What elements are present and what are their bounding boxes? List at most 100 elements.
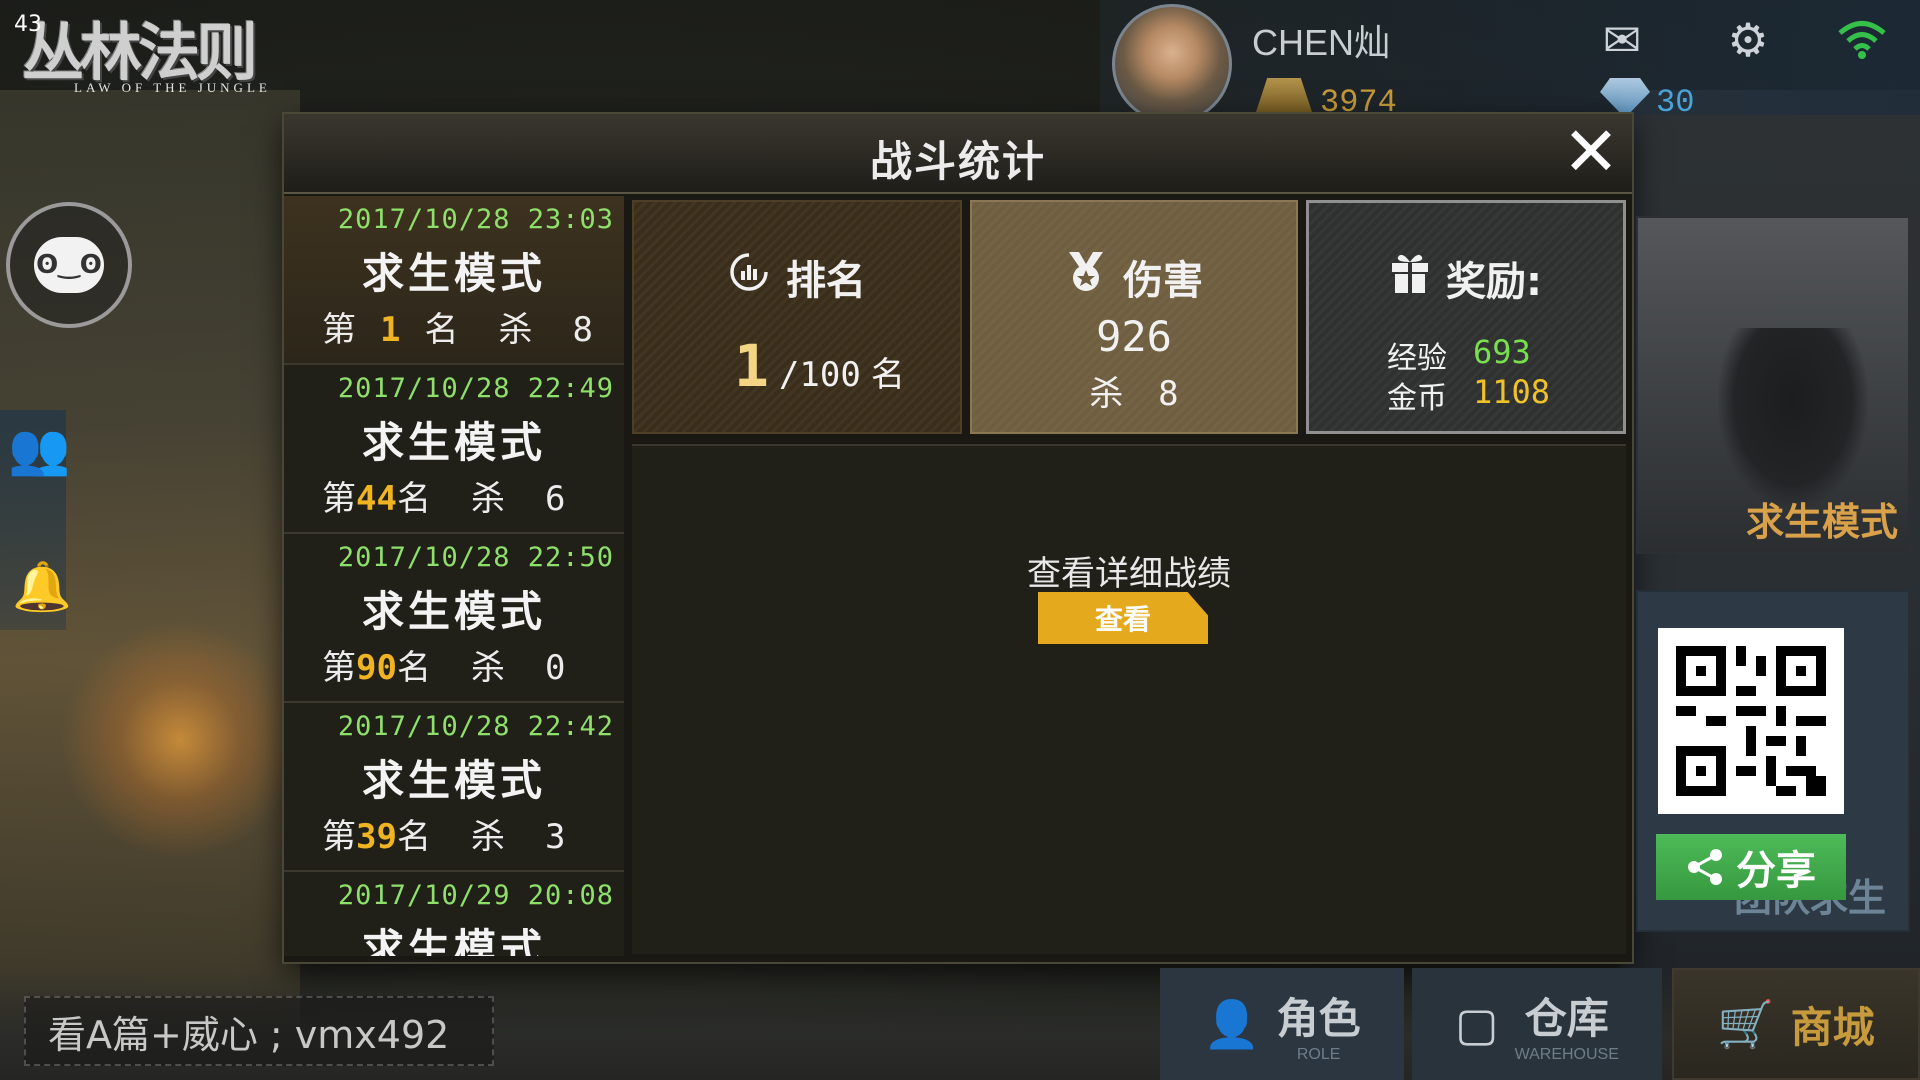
record-summary: 第 44 名 杀 6 xyxy=(322,471,614,520)
list-item[interactable]: 2017/10/28 22:42 求生模式 第 39 名 杀 3 xyxy=(284,703,624,872)
record-rank: 44 xyxy=(356,479,397,519)
rank-label: 排名 xyxy=(786,258,866,304)
rank-prefix: 第 xyxy=(322,648,356,688)
player-avatar[interactable] xyxy=(1112,4,1232,124)
survival-mode-card[interactable]: 求生模式 xyxy=(1636,216,1910,554)
rank-suffix: 名 xyxy=(424,310,459,350)
chat-icon: ʘ‿ʘ xyxy=(34,237,104,293)
reward-panel: 奖励: 经验 693 金币 1108 xyxy=(1306,200,1626,434)
gift-icon xyxy=(1390,251,1430,305)
rank-number: 1 xyxy=(734,332,769,400)
logo-title: 丛林法则 xyxy=(22,20,258,88)
cart-icon: 🛒 xyxy=(1717,996,1775,1051)
record-summary: 第 1 名 杀 8 xyxy=(322,302,614,351)
rank-prefix: 第 xyxy=(322,817,356,857)
record-kills: 3 xyxy=(544,817,566,857)
rank-panel: 排名 1 /100 名 xyxy=(632,200,962,434)
rank-prefix: 第 xyxy=(322,479,356,519)
rank-header: 排名 xyxy=(634,248,960,306)
tab-role[interactable]: 👤 角色 ROLE xyxy=(1160,968,1404,1080)
role-icon: 👤 xyxy=(1203,996,1261,1051)
record-rank: 1 xyxy=(380,310,401,350)
tab-role-sub: ROLE xyxy=(1296,1045,1341,1063)
exp-label: 经验 xyxy=(1387,341,1447,376)
record-kills: 6 xyxy=(544,479,566,519)
record-time: 2017/10/28 22:50 xyxy=(337,542,614,573)
battle-stats-dialog: 战斗统计 ✕ 2017/10/28 23:03 求生模式 第 1 名 杀 8 2… xyxy=(284,114,1632,962)
mail-icon[interactable]: ✉ xyxy=(1592,10,1652,70)
tab-role-label: 角色 xyxy=(1276,993,1361,1043)
kill-label: 杀 xyxy=(498,310,533,350)
fps-counter: 43 xyxy=(14,12,42,37)
qr-code-icon xyxy=(1676,646,1826,796)
tab-warehouse-label: 仓库 xyxy=(1524,993,1609,1043)
record-kills: 0 xyxy=(544,648,566,688)
tab-warehouse[interactable]: ▢ 仓库 WAREHOUSE xyxy=(1412,968,1662,1080)
qr-code xyxy=(1658,628,1844,814)
rank-total: /100 xyxy=(778,355,861,395)
exp-row: 经验 693 xyxy=(1387,333,1531,377)
tab-role-text: 角色 ROLE xyxy=(1277,985,1361,1064)
record-list[interactable]: 2017/10/28 23:03 求生模式 第 1 名 杀 8 2017/10/… xyxy=(284,196,624,956)
record-mode: 求生模式 xyxy=(361,249,546,298)
background-lamp-glow xyxy=(60,620,300,860)
gear-icon[interactable]: ⚙ xyxy=(1718,10,1778,70)
tab-warehouse-text: 仓库 WAREHOUSE xyxy=(1515,985,1619,1064)
rank-prefix: 第 xyxy=(322,310,356,350)
record-time: 2017/10/28 23:03 xyxy=(337,204,614,235)
kill-count: 8 xyxy=(1158,374,1179,414)
record-time: 2017/10/28 22:49 xyxy=(337,373,614,404)
tab-shop-label: 商城 xyxy=(1790,1002,1875,1052)
rank-suffix: 名 xyxy=(396,479,431,519)
dialog-title: 战斗统计 xyxy=(869,137,1046,186)
list-item[interactable]: 2017/10/28 23:03 求生模式 第 1 名 杀 8 xyxy=(284,196,624,365)
list-item[interactable]: 2017/10/28 22:49 求生模式 第 44 名 杀 6 xyxy=(284,365,624,534)
wifi-icon xyxy=(1832,10,1892,70)
kill-label: 杀 xyxy=(470,817,505,857)
rank-suffix: 名 xyxy=(396,817,431,857)
game-logo: 丛林法则 LAW OF THE JUNGLE xyxy=(12,2,352,102)
wifi-svg xyxy=(1838,21,1886,59)
damage-header: 伤害 xyxy=(972,248,1296,306)
list-item[interactable]: 2017/10/29 20:08 求生模式 xyxy=(284,872,624,956)
detail-area: 查看详细战绩 查看 xyxy=(632,444,1626,954)
record-rank: 90 xyxy=(356,648,397,688)
share-label: 分享 xyxy=(1736,848,1816,894)
record-rank: 39 xyxy=(356,817,397,857)
rank-icon xyxy=(728,251,770,303)
gold-label: 金币 xyxy=(1387,381,1447,416)
alert-icon[interactable]: 🔔 xyxy=(12,558,72,615)
tab-warehouse-sub: WAREHOUSE xyxy=(1514,1045,1619,1063)
chat-button[interactable]: ʘ‿ʘ xyxy=(6,202,132,328)
record-mode: 求生模式 xyxy=(361,925,546,956)
close-button[interactable]: ✕ xyxy=(1558,119,1624,188)
damage-value: 926 xyxy=(1096,312,1172,361)
medal-icon xyxy=(1065,250,1107,304)
damage-panel: 伤害 926 杀 8 xyxy=(970,200,1298,434)
exp-value: 693 xyxy=(1473,333,1531,371)
gold-row: 金币 1108 xyxy=(1387,373,1550,417)
chat-input[interactable]: 看A篇+威心 ; vmx492 xyxy=(24,996,494,1066)
reward-header: 奖励: xyxy=(1309,249,1623,307)
damage-kills: 杀 8 xyxy=(972,366,1296,415)
gem-amount: 30 xyxy=(1656,84,1695,121)
logo-subtitle: LAW OF THE JUNGLE xyxy=(74,80,271,95)
record-mode: 求生模式 xyxy=(361,587,546,636)
record-time: 2017/10/29 20:08 xyxy=(337,880,614,911)
warehouse-icon: ▢ xyxy=(1455,997,1499,1051)
rank-unit: 名 xyxy=(870,355,905,395)
share-icon xyxy=(1688,849,1722,885)
player-name: CHEN灿 xyxy=(1252,22,1391,63)
share-button[interactable]: 分享 xyxy=(1656,834,1846,900)
soldier-silhouette xyxy=(1718,328,1868,508)
record-mode: 求生模式 xyxy=(361,418,546,467)
kill-label: 杀 xyxy=(470,479,505,519)
record-summary: 第 39 名 杀 3 xyxy=(322,809,614,858)
view-button[interactable]: 查看 xyxy=(1038,592,1208,644)
tab-shop-text: 商城 xyxy=(1791,994,1875,1055)
record-mode: 求生模式 xyxy=(361,756,546,805)
reward-label: 奖励: xyxy=(1446,259,1542,305)
tab-shop[interactable]: 🛒 商城 xyxy=(1672,968,1920,1080)
friends-icon[interactable]: 👥 xyxy=(8,420,70,479)
list-item[interactable]: 2017/10/28 22:50 求生模式 第 90 名 杀 0 xyxy=(284,534,624,703)
